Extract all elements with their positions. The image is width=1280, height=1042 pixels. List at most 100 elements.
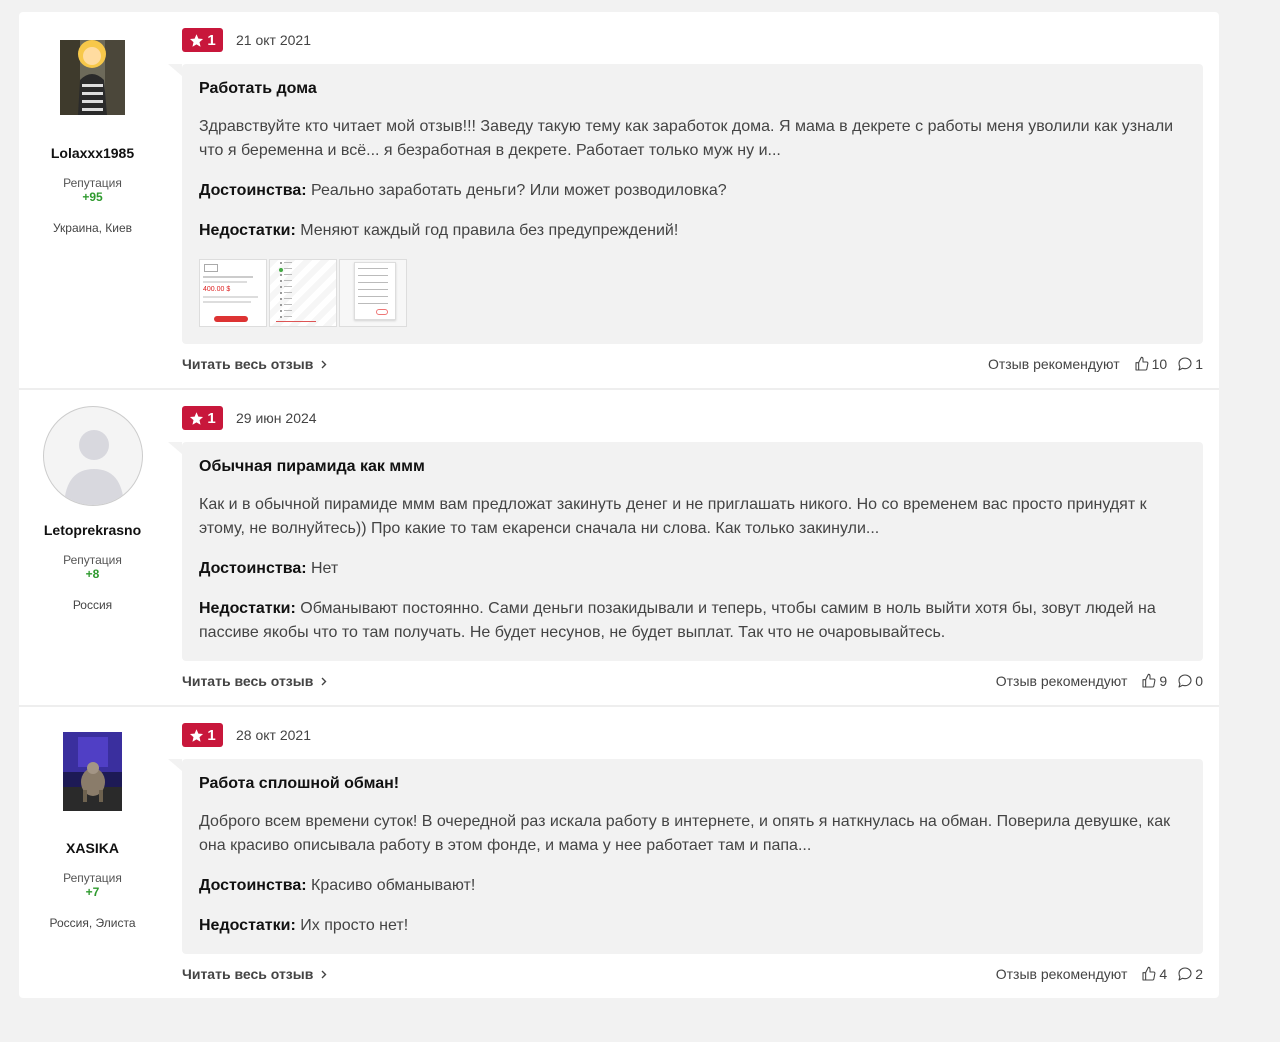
review-pros: Достоинства: Нет [199,557,1187,581]
comment-count: 2 [1195,966,1203,982]
like-button[interactable]: 9 [1141,673,1167,689]
read-more-label: Читать весь отзыв [182,966,314,982]
pros-text: Красиво обманывают! [311,877,476,894]
review-text: Здравствуйте кто читает мой отзыв!!! Зав… [199,118,1174,159]
review-pros: Достоинства: Реально заработать деньги? … [199,179,1187,203]
comments-button[interactable]: 1 [1177,356,1203,372]
star-icon [190,728,204,742]
like-button[interactable]: 4 [1141,966,1167,982]
review-stats: Отзыв рекомендуют 9 0 [996,673,1203,689]
default-avatar-icon [63,430,124,505]
cons-label: Недостатки: [199,917,296,934]
reviews-card: Lolaxxx1985 Репутация +95 Украина, Киев … [19,12,1219,998]
review-footer: Читать весь отзыв Отзыв рекомендуют 4 2 [182,964,1203,984]
review-body: Обычная пирамида как ммм Как и в обычной… [168,442,1203,661]
reputation-value: +95 [82,190,103,204]
author-location: Украина, Киев [52,221,133,235]
rating-badge: 1 [182,723,223,747]
review-header: 1 21 окт 2021 [182,28,311,52]
like-count: 10 [1151,356,1168,372]
like-count: 9 [1159,673,1168,689]
read-full-review-link[interactable]: Читать весь отзыв [182,966,327,982]
recommend-label: Отзыв рекомендуют [987,356,1120,372]
like-button[interactable]: 10 [1134,356,1168,372]
review-body: Работать дома Здравствуйте кто читает мо… [168,64,1203,344]
review-photo[interactable]: 400.00 $ [199,259,267,327]
cons-label: Недостатки: [199,600,296,617]
photo-amount: 400.00 $ [203,286,231,293]
avatar[interactable] [42,406,143,506]
author-name[interactable]: XASIKA [19,840,166,856]
review-text: Как и в обычной пирамиде ммм вам предлож… [199,496,1147,537]
cons-text: Их просто нет! [300,917,409,934]
thumbs-up-icon [1135,356,1149,371]
cons-text: Обманывают постоянно. Сами деньги позаки… [199,600,1156,641]
review-footer: Читать весь отзыв Отзыв рекомендуют 9 0 [182,671,1203,691]
review-author: XASIKA Репутация +7 Россия, Элиста [19,732,166,930]
review-divider [19,388,1219,390]
review-date: 28 окт 2021 [236,727,311,743]
reputation-label: Репутация [63,176,122,190]
review-stats: Отзыв рекомендуют 4 2 [996,966,1203,982]
recommend-label: Отзыв рекомендуют [995,966,1128,982]
comment-count: 0 [1195,673,1203,689]
chevron-right-icon [321,970,327,978]
review-text: Доброго всем времени суток! В очередной … [199,813,1171,854]
review-title[interactable]: Обычная пирамида как ммм [199,457,1187,477]
author-name[interactable]: Letoprekrasno [19,522,166,538]
cons-text: Меняют каждый год правила без предупрежд… [300,222,679,239]
read-full-review-link[interactable]: Читать весь отзыв [182,356,327,372]
comment-count: 1 [1195,356,1203,372]
like-count: 4 [1159,966,1168,982]
chevron-right-icon [321,360,327,368]
chevron-right-icon [321,677,327,685]
review-author: Lolaxxx1985 Репутация +95 Украина, Киев [19,40,166,235]
rating-value: 1 [207,726,216,744]
pros-text: Реально заработать деньги? Или может роз… [311,182,727,199]
pros-label: Достоинства: [199,560,307,577]
review-photos: 400.00 $ [199,259,1187,327]
star-icon [190,33,204,47]
review-header: 1 28 окт 2021 [182,723,311,747]
reputation-label: Репутация [63,871,122,885]
reputation-value: +8 [85,567,100,581]
review-divider [19,705,1219,707]
review-date: 29 июн 2024 [236,410,317,426]
review-footer: Читать весь отзыв Отзыв рекомендуют 10 1 [182,354,1203,374]
recommend-label: Отзыв рекомендуют [995,673,1128,689]
thumbs-up-icon [1142,966,1156,981]
rating-value: 1 [207,31,216,49]
review-date: 21 окт 2021 [236,32,311,48]
review-photo[interactable] [339,259,407,327]
read-more-label: Читать весь отзыв [182,673,314,689]
comments-button[interactable]: 0 [1177,673,1203,689]
author-location: Россия, Элиста [49,916,136,930]
author-location: Россия [72,598,113,612]
pros-text: Нет [311,560,339,577]
review-title[interactable]: Работа сплошной обман! [199,774,1187,794]
rating-badge: 1 [182,406,223,430]
rating-badge: 1 [182,28,223,52]
review-author: Letoprekrasno Репутация +8 Россия [19,406,166,612]
review-title[interactable]: Работать дома [199,79,1187,99]
author-name[interactable]: Lolaxxx1985 [19,145,166,161]
review-photo[interactable] [269,259,337,327]
review-body: Работа сплошной обман! Доброго всем врем… [168,759,1203,954]
avatar[interactable] [60,40,125,115]
comments-button[interactable]: 2 [1177,966,1203,982]
avatar[interactable] [63,732,122,811]
rating-value: 1 [207,409,216,427]
review-cons: Недостатки: Меняют каждый год правила бе… [199,219,1187,243]
comment-icon [1178,357,1192,371]
star-icon [190,411,204,425]
thumbs-up-icon [1142,673,1156,688]
review-cons: Недостатки: Обманывают постоянно. Сами д… [199,597,1187,645]
review-stats: Отзыв рекомендуют 10 1 [988,356,1203,372]
comment-icon [1178,967,1192,981]
comment-icon [1178,674,1192,688]
review-header: 1 29 июн 2024 [182,406,317,430]
review-pros: Достоинства: Красиво обманывают! [199,874,1187,898]
pros-label: Достоинства: [199,182,307,199]
read-full-review-link[interactable]: Читать весь отзыв [182,673,327,689]
reputation-label: Репутация [63,553,122,567]
